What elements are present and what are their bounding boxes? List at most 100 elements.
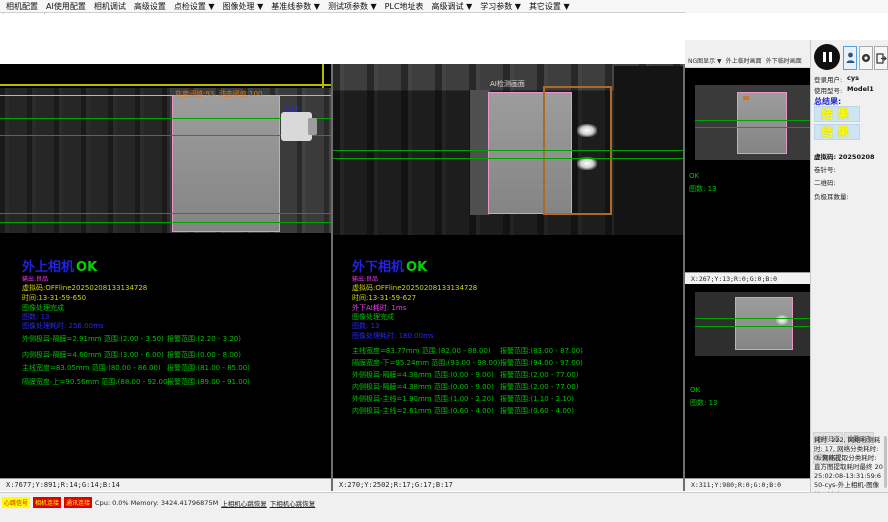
- gear-icon: [861, 53, 871, 63]
- left-image-shadow: [0, 88, 170, 233]
- mid-ai-overlay: AI检测画面: [490, 79, 525, 89]
- left-yellow-vertical-line: [322, 64, 324, 90]
- tool-camera-config[interactable]: 相机配置: [6, 1, 38, 12]
- tool-other-settings[interactable]: 其它设置 ▼: [529, 1, 570, 12]
- right-control-panel: 登录用户: cys 使用型号: Model1 总结果: 结果 结果 虚拟码: 2…: [810, 40, 888, 492]
- qrcode-label: 二维码:: [814, 177, 836, 187]
- side-top-overlay-1: OK: [689, 172, 699, 180]
- side-bottom-green-line-1: [695, 318, 810, 319]
- left-alarm-row: 报警范围:(81.00 - 85.00): [167, 363, 250, 373]
- tool-advanced-settings[interactable]: 高级设置: [134, 1, 166, 12]
- side-tab-lower-temp[interactable]: 外下临时画面: [766, 56, 802, 65]
- left-measure-row: 内侧极耳-隔膜=4.60mm 范围:(3.00 - 6.00): [22, 350, 164, 360]
- user-login-button[interactable]: [843, 46, 857, 70]
- lower-camera-heartbeat-link[interactable]: 下相机心跳恢复: [270, 498, 316, 508]
- log-scrollbar[interactable]: [884, 436, 887, 488]
- mid-camera-name: 外下相机: [352, 260, 404, 275]
- left-yellow-guide-line: [0, 84, 331, 86]
- exit-door-icon: [876, 53, 887, 64]
- mid-frame-count: 图数: 13: [352, 321, 380, 331]
- user-icon: [846, 52, 855, 64]
- tool-test-params[interactable]: 测试项参数 ▼: [328, 1, 377, 12]
- side-top-view[interactable]: OK 图数: 13: [685, 68, 810, 272]
- mid-alarm-row: 报警范围:(1.10 - 2.10): [500, 394, 574, 404]
- tool-learning-params[interactable]: 学习参数 ▼: [480, 1, 521, 12]
- mid-measure-row: 外侧极耳-隔膜=4.38mm 范围:(0.00 - 9.00): [352, 370, 494, 380]
- mid-process-time: 图像处理耗时: 180.00ms: [352, 331, 434, 341]
- left-marker-label: R:88: [285, 106, 299, 113]
- model-label: 使用型号:: [814, 85, 842, 95]
- mid-alarm-row: 报警范围:(0.60 - 4.00): [500, 406, 574, 416]
- left-cell-region: [172, 95, 280, 232]
- left-measure-row: 外侧极耳-隔膜=2.91mm 范围:(2.00 - 3.50): [22, 334, 164, 344]
- side-bottom-bright-spot: [776, 315, 788, 325]
- mid-measure-row: 隔膜宽度-下=95.24mm 范围:(93.00 - 98.00): [352, 358, 500, 368]
- needle-number-label: 卷针号:: [814, 164, 836, 174]
- left-view-statusbar: X:7677;Y:891;R:14;G:14;B:14: [0, 478, 331, 491]
- mid-view-statusbar: X:270;Y:2502;R:17;G:17;B:17: [333, 478, 683, 491]
- tool-spot-check[interactable]: 点检设置 ▼: [174, 1, 215, 12]
- left-alarm-row: 报警范围:(89.00 - 91.00): [167, 377, 250, 387]
- bottom-status-bar: 心跳信号 相机连接 通讯连接 Cpu: 0.0% Memory: 3424.41…: [0, 492, 888, 522]
- left-ok-badge: OK: [76, 260, 97, 275]
- upper-camera-heartbeat-link[interactable]: 上相机心跳恢复: [221, 498, 267, 508]
- mid-measure-row: 外侧极耳-主线=1.90mm 范围:(1.00 - 2.20): [352, 394, 494, 404]
- side-top-green-line-2: [695, 127, 810, 128]
- pause-icon: [823, 52, 826, 62]
- tool-plc-address[interactable]: PLC地址表: [385, 1, 424, 12]
- result-box-2: 结果: [814, 124, 860, 140]
- log-text: 耗时: 222, 网络检测耗时: 17, 网络分类耗时: 0, 网络提取分类耗时…: [814, 436, 883, 500]
- tool-camera-debug[interactable]: 相机调试: [94, 1, 126, 12]
- mid-barcode: 虚拟码:OFFline20250208133134728: [352, 283, 477, 293]
- mid-camera-view[interactable]: AI检测画面 外下相机OK 输出:良品 虚拟码:OFFline202502081…: [333, 64, 683, 478]
- exit-button[interactable]: [874, 46, 888, 70]
- left-roller-tip: [308, 118, 317, 135]
- side-bottom-view[interactable]: OK 图数: 13: [685, 284, 810, 478]
- mid-ok-badge: OK: [406, 260, 427, 275]
- tool-ai-use-config[interactable]: AI使用配置: [46, 1, 86, 12]
- side-top-cell: [737, 92, 787, 154]
- mid-green-line-1: [333, 150, 683, 151]
- left-time: 时间:13-31-59-650: [22, 293, 86, 303]
- mid-time: 时间:13-31-59-627: [352, 293, 416, 303]
- side-top-overlay-2: 图数: 13: [689, 184, 717, 194]
- left-green-line-3: [0, 213, 331, 214]
- heartbeat-badge: 心跳信号: [2, 497, 30, 508]
- negative-tab-count-label: 负极耳数量:: [814, 191, 849, 201]
- left-threshold-overlay: 灰度阈值:93, 动态阈值:100: [175, 89, 262, 99]
- mid-green-line-2: [333, 158, 683, 159]
- tool-image-processing[interactable]: 图像处理 ▼: [223, 1, 264, 12]
- side-bottom-statusbar: X:311;Y:980;R:0;G:0;B:0: [685, 478, 810, 491]
- left-process-time: 图像处理耗时: 256.00ms: [22, 321, 104, 331]
- left-camera-view[interactable]: R:88 灰度阈值:93, 动态阈值:100 外上相机OK 输出:良品 虚拟码:…: [0, 64, 331, 478]
- mid-output-label: 输出:良品: [352, 274, 378, 283]
- camera-connect-badge: 相机连接: [33, 497, 61, 508]
- pause-button[interactable]: [814, 44, 840, 70]
- tool-baseline-params[interactable]: 基准线参数 ▼: [271, 1, 320, 12]
- login-user-label: 登录用户:: [814, 74, 842, 84]
- mid-alarm-row: 报警范围:(2.00 - 77.00): [500, 370, 578, 380]
- login-user-value: cys: [847, 74, 859, 82]
- model-value: Model1: [847, 85, 874, 93]
- side-bottom-green-line-2: [695, 326, 810, 327]
- left-alarm-row: 报警范围:(2.20 - 3.20): [167, 334, 241, 344]
- comm-connect-badge: 通讯连接: [64, 497, 92, 508]
- tool-advanced-debug[interactable]: 高级调试 ▼: [432, 1, 473, 12]
- mid-measure-row: 内侧极耳-主线=2.61mm 范围:(0.60 - 4.00): [352, 406, 494, 416]
- side-top-statusbar: X:267;Y:13;R:0;G:0;B:0: [685, 272, 810, 284]
- side-tab-ng-display[interactable]: NG图显示 ▼: [688, 56, 722, 65]
- mid-alarm-row: 报警范围:(83.00 - 87.00): [500, 346, 583, 356]
- cpu-memory-text: Cpu: 0.0% Memory: 3424.41796875M: [95, 499, 218, 507]
- settings-button[interactable]: [859, 46, 873, 70]
- side-top-green-line-1: [695, 120, 810, 121]
- side-view-header: NG图显示 ▼ 外上临时画面 外下临时画面: [685, 40, 810, 68]
- left-alarm-row: 报警范围:(0.00 - 8.00): [167, 350, 241, 360]
- mid-measure-row: 主线宽度=83.77mm 范围:(82.00 - 88.00): [352, 346, 491, 356]
- side-tab-upper-temp[interactable]: 外上临时画面: [726, 56, 762, 65]
- left-measure-row: 隔膜宽度-上=90.56mm 范围:(88.00 - 92.00): [22, 377, 170, 387]
- result-box-1: 结果: [814, 106, 860, 122]
- mid-light-column: [470, 90, 490, 215]
- toolbar: 相机配置 AI使用配置 相机调试 高级设置 点检设置 ▼ 图像处理 ▼ 基准线参…: [0, 0, 685, 13]
- left-camera-result: 外上相机OK: [22, 256, 97, 275]
- left-measure-row: 主线宽度=83.05mm 范围:(80.00 - 86.00): [22, 363, 161, 373]
